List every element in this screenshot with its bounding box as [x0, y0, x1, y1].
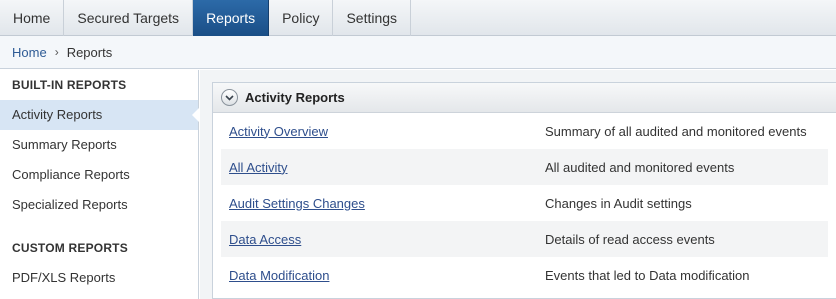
report-list: Activity Overview Summary of all audited…	[213, 113, 836, 293]
report-row: All Activity All audited and monitored e…	[221, 149, 828, 185]
report-row: Data Access Details of read access event…	[221, 221, 828, 257]
report-description: Events that led to Data modification	[545, 267, 750, 283]
top-navigation: Home Secured Targets Reports Policy Sett…	[0, 0, 836, 36]
sidebar-item-pdf-xls-reports[interactable]: PDF/XLS Reports	[0, 263, 198, 293]
tab-settings[interactable]: Settings	[333, 0, 412, 36]
report-link-audit-settings-changes[interactable]: Audit Settings Changes	[229, 196, 545, 211]
report-description: All audited and monitored events	[545, 159, 735, 175]
tab-secured-targets[interactable]: Secured Targets	[64, 0, 194, 36]
sidebar-section-builtin-reports: BUILT-IN REPORTS	[12, 78, 127, 92]
report-description: Changes in Audit settings	[545, 195, 692, 211]
panel-title: Activity Reports	[245, 90, 345, 105]
report-row: Audit Settings Changes Changes in Audit …	[221, 185, 828, 221]
report-description: Summary of all audited and monitored eve…	[545, 123, 807, 139]
sidebar-item-summary-reports[interactable]: Summary Reports	[0, 130, 198, 160]
sidebar-item-compliance-reports[interactable]: Compliance Reports	[0, 160, 198, 190]
panel-header: Activity Reports	[213, 83, 836, 113]
report-link-data-modification[interactable]: Data Modification	[229, 268, 545, 283]
breadcrumb-separator-icon: ›	[54, 45, 59, 59]
tab-policy[interactable]: Policy	[269, 0, 334, 36]
tab-home[interactable]: Home	[0, 0, 65, 36]
breadcrumb: Home › Reports	[0, 36, 836, 69]
chevron-down-icon[interactable]	[221, 89, 238, 106]
report-link-activity-overview[interactable]: Activity Overview	[229, 124, 545, 139]
report-description: Details of read access events	[545, 231, 715, 247]
sidebar-section-custom-reports: CUSTOM REPORTS	[12, 241, 128, 255]
report-link-data-access[interactable]: Data Access	[229, 232, 545, 247]
activity-reports-panel: Activity Reports Activity Overview Summa…	[212, 82, 836, 299]
sidebar-item-activity-reports[interactable]: Activity Reports	[0, 100, 199, 130]
sidebar-item-specialized-reports[interactable]: Specialized Reports	[0, 190, 198, 220]
main-content: Activity Reports Activity Overview Summa…	[200, 70, 836, 299]
report-row: Activity Overview Summary of all audited…	[221, 113, 828, 149]
tab-reports[interactable]: Reports	[193, 0, 270, 36]
breadcrumb-home-link[interactable]: Home	[12, 45, 47, 60]
breadcrumb-current: Reports	[66, 44, 113, 60]
report-row: Data Modification Events that led to Dat…	[221, 257, 828, 293]
sidebar: BUILT-IN REPORTS Activity Reports Summar…	[0, 70, 199, 299]
report-link-all-activity[interactable]: All Activity	[229, 160, 545, 175]
